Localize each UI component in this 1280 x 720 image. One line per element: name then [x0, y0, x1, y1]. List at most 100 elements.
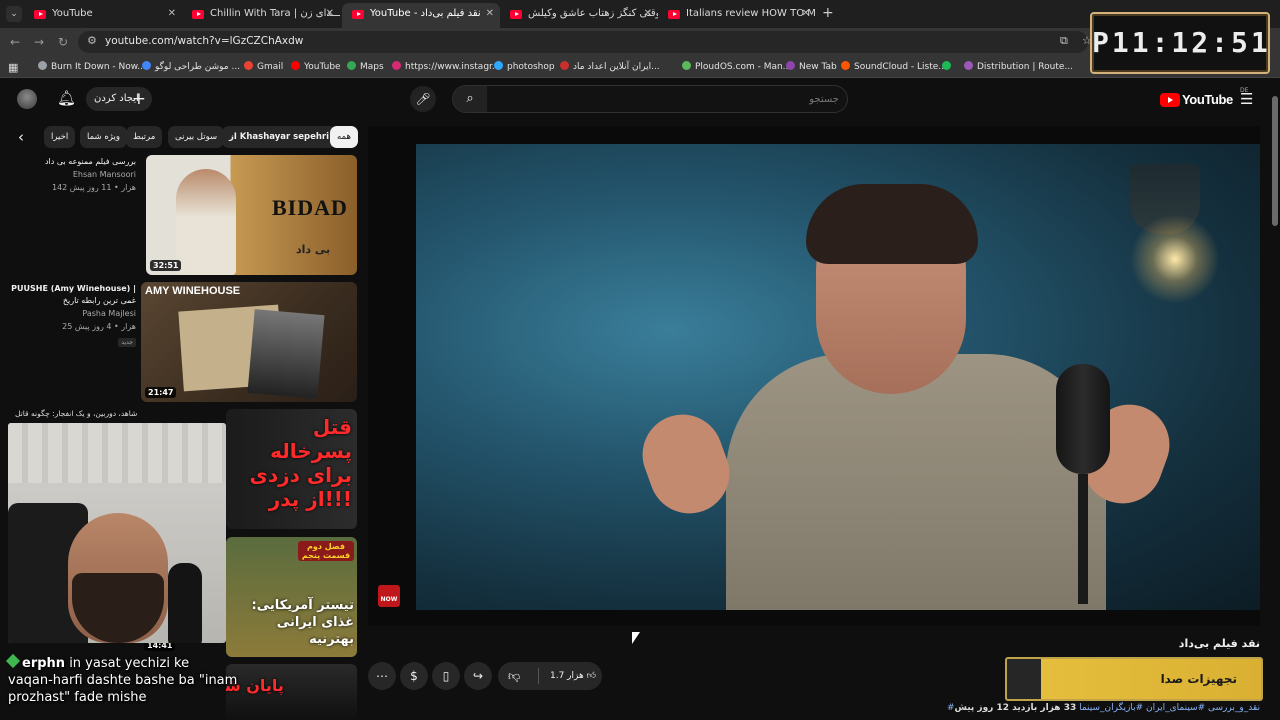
bookmark-distribution[interactable]: Distribution | Route...: [964, 61, 1073, 72]
bookmark-ploudos[interactable]: PloudOS.com - Man...: [682, 61, 791, 72]
close-icon[interactable]: ✕: [168, 3, 176, 25]
avatar[interactable]: [17, 89, 37, 109]
speaker-torso: [726, 354, 1106, 610]
chip-recent[interactable]: اخیرا: [44, 126, 76, 148]
thumb-photo: [247, 309, 325, 399]
youtube-favicon-icon: [192, 10, 204, 19]
like-count: 1.7 هزار: [549, 671, 584, 681]
thanks-icon[interactable]: $: [400, 662, 428, 690]
gmail-icon: [244, 61, 253, 70]
reload-icon[interactable]: ↻: [58, 35, 68, 49]
video-stats: 25 هزار • 4 روز پیش: [62, 322, 136, 331]
bookmark-soundcloud[interactable]: SoundCloud - Liste...: [841, 61, 947, 72]
recommendation-title[interactable]: PUUSHE (Amy Winehouse) |: [6, 283, 136, 295]
search-icon[interactable]: ⌕: [453, 86, 487, 112]
url-field[interactable]: ⚙ youtube.com/watch?v=lGzCZChAxdw ⧉ ☆: [78, 31, 1092, 53]
chip-from-khashayar[interactable]: از Khashayar sepehri: [222, 126, 336, 148]
apps-grid-icon[interactable]: ▦: [8, 61, 18, 74]
video-stats: 33 هزار بازدید 12 روز پیش: [954, 703, 1077, 713]
close-icon[interactable]: ✕: [644, 3, 652, 25]
chevron-left-icon[interactable]: ‹: [18, 128, 24, 146]
instagram-icon: [392, 61, 401, 70]
thumb-title: AMY WINEHOUSE: [145, 285, 241, 297]
install-app-icon[interactable]: ⧉: [1060, 34, 1068, 48]
url-text: youtube.com/watch?v=lGzCZChAxdw: [105, 35, 304, 47]
bookmark-photoshop[interactable]: photoshop: [494, 61, 555, 72]
chip-for-you[interactable]: ویژه شما: [80, 126, 127, 148]
chip-channel[interactable]: سوتل بیرنی: [168, 126, 225, 148]
chip-related[interactable]: مرتبط: [126, 126, 163, 148]
channel-name[interactable]: Pasha Majlesi: [6, 307, 136, 320]
notifications-bell-icon[interactable]: 🔔︎: [57, 89, 76, 107]
menu-icon[interactable]: ☰: [1240, 90, 1253, 108]
address-bar-row: ← → ↻ ⚙ youtube.com/watch?v=lGzCZChAxdw …: [0, 28, 1280, 56]
create-button[interactable]: ایجاد کردن +: [86, 87, 152, 111]
bookmark-gmail[interactable]: Gmail: [244, 61, 283, 72]
recommendation-thumbnail[interactable]: BIDAD بی داد 32:51: [146, 155, 357, 275]
save-icon[interactable]: ▯: [432, 662, 460, 690]
dislike-icon[interactable]: 👎︎: [508, 662, 520, 690]
bookmark-instagram[interactable]: https://www.instagr...: [392, 61, 500, 72]
site-info-icon[interactable]: ⚙: [87, 34, 97, 47]
recommendation-thumbnail[interactable]: قتل پسرخاله برای دزدی از پدر!!!: [226, 409, 357, 529]
video-player[interactable]: [368, 126, 1260, 626]
more-actions-icon[interactable]: ⋯: [368, 662, 396, 690]
stream-clock-overlay: P11:12:51: [1090, 12, 1270, 74]
browser-tab-bar: ⌄ YouTube ✕ Chillin With Tara | صـــدای …: [0, 0, 1280, 28]
recommendation-title[interactable]: بررسی فیلم ممنوعه بی داد: [6, 156, 136, 168]
recommendation-title[interactable]: شاهد، دوربین، و یک انفجار: چگونه قاتل: [15, 409, 137, 418]
new-tab-button[interactable]: +: [822, 5, 834, 21]
channel-name[interactable]: Ehsan Mansoori: [6, 168, 136, 181]
bookmark-logo-motion[interactable]: موشن طراحی لوگو ...: [142, 61, 240, 72]
recommendation-thumbnail[interactable]: پایان شب: [226, 664, 357, 720]
bookmarks-bar: ▦ Burn It Down - Now... موشن طراحی لوگو …: [0, 56, 1280, 78]
bookmark-spotify[interactable]: [942, 61, 955, 72]
tab-bidad-review[interactable]: YouTube - نقد فیلم بی‌داد ✕: [342, 3, 500, 28]
globe-icon: [38, 61, 47, 70]
close-icon[interactable]: ✕: [802, 3, 810, 25]
back-icon[interactable]: ←: [10, 35, 20, 49]
bookmark-iran-online[interactable]: ایران آنلاین اعداد ماد...: [560, 61, 660, 72]
thumb-title: BIDAD: [272, 195, 348, 220]
youtube-header: 🔔︎ ایجاد کردن + 🎤︎ ⌕ YouTube DE ☰: [0, 78, 1280, 122]
tab-chillin-with-tara[interactable]: Chillin With Tara | صـــدای زن - \ ✕: [182, 3, 340, 28]
scrollbar[interactable]: [1272, 96, 1278, 226]
close-icon[interactable]: ✕: [326, 3, 334, 25]
bookmark-new-tab[interactable]: New Tab: [786, 61, 837, 72]
video-lamp-glow: [1130, 214, 1220, 304]
ploudos-icon: [682, 61, 691, 70]
like-button[interactable]: 1.7 هزار 👍︎: [544, 662, 602, 690]
tab-search-button[interactable]: ⌄: [6, 6, 22, 22]
video-title: نقد فیلم بی‌داد: [1178, 637, 1260, 650]
close-icon[interactable]: ✕: [486, 3, 494, 25]
video-speaker: [631, 184, 1181, 610]
thumb-title: قتل پسرخاله برای دزدی از پدر!!!: [249, 415, 352, 511]
bookmark-burn-it-down[interactable]: Burn It Down - Now...: [38, 61, 146, 72]
tab-kings-zahtab[interactable]: وقتی کنگز زهتاب عاشق وکیلش ... ✕: [500, 3, 658, 28]
speaker-left-hand: [631, 403, 741, 525]
speaker-hair: [806, 184, 978, 264]
share-icon[interactable]: ↪: [464, 662, 492, 690]
youtube-favicon-icon: [668, 10, 680, 19]
tab-title: وقتی کنگز زهتاب عاشق وکیلش ...: [528, 8, 658, 19]
search-input[interactable]: [495, 89, 839, 109]
promo-banner[interactable]: تجهیزات صدا: [1005, 657, 1263, 701]
chip-all[interactable]: همه: [330, 126, 358, 148]
promo-text: تجهیزات صدا: [1160, 672, 1237, 686]
spotify-icon: [942, 61, 951, 70]
chat-badge-icon: [5, 653, 21, 669]
recommendation-thumbnail[interactable]: AMY WINEHOUSE 21:47: [141, 282, 357, 402]
tab-youtube[interactable]: YouTube ✕: [24, 3, 182, 28]
bookmark-maps[interactable]: Maps: [347, 61, 384, 72]
bookmark-youtube[interactable]: YouTube: [291, 61, 341, 72]
like-dislike-pill: 👎︎ 1.7 هزار 👍︎: [498, 662, 602, 690]
voice-search-mic-icon[interactable]: 🎤︎: [410, 86, 436, 112]
tab-title: YouTube: [52, 8, 93, 19]
tab-italians-review[interactable]: Italians review HOW TO MAKE ✕: [658, 3, 816, 28]
bookmark-icon: [964, 61, 973, 70]
tab-title: Chillin With Tara | صـــدای زن - \: [210, 8, 340, 19]
forward-icon[interactable]: →: [34, 35, 44, 49]
divider: [538, 668, 539, 684]
recommendation-thumbnail[interactable]: فصل دوم قسمت پنجم تیستر آمریکایی: غذای ا…: [226, 537, 357, 657]
video-description-line[interactable]: #نقد_و_بررسی #سینمای_ایران #بازیگران_سین…: [947, 703, 1260, 713]
